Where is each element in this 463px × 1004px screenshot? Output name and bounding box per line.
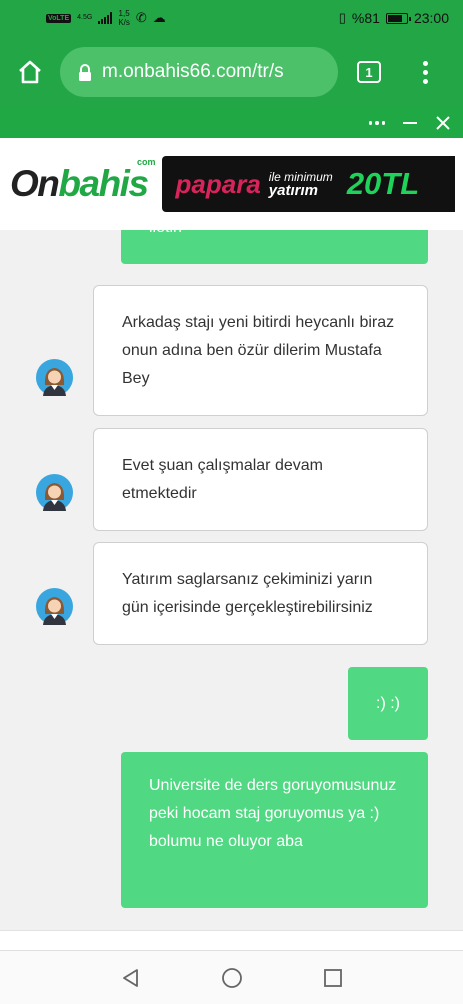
system-nav-bar bbox=[0, 950, 463, 1004]
chat-log[interactable]: iletin Arkadaş stajı yeni bitirdi heycan… bbox=[0, 230, 463, 930]
tab-count: 1 bbox=[357, 61, 381, 83]
clock: 23:00 bbox=[413, 10, 449, 26]
url-text: m.onbahis66.com/tr/s bbox=[102, 61, 284, 82]
papara-promo: papara ile minimum yatırım 20TL bbox=[161, 156, 455, 212]
promo-text: ile minimum yatırım bbox=[268, 170, 333, 199]
vibrate-icon: ▯ bbox=[338, 10, 346, 25]
whatsapp-icon: ✆ bbox=[135, 10, 147, 25]
agent-message: Arkadaş stajı yeni bitirdi heycanlı bira… bbox=[93, 285, 428, 416]
onbahis-logo: Onbahis com bbox=[10, 157, 156, 204]
close-icon[interactable] bbox=[435, 115, 451, 131]
tab-switcher-button[interactable]: 1 bbox=[338, 61, 400, 83]
agent-avatar bbox=[36, 474, 73, 511]
battery-icon bbox=[385, 12, 411, 24]
battery-percent: %81 bbox=[351, 10, 380, 26]
menu-button[interactable] bbox=[400, 60, 450, 84]
papara-logo: papara bbox=[175, 168, 261, 199]
home-icon bbox=[19, 60, 41, 84]
user-message: Universite de ders goruyomusunuz peki ho… bbox=[121, 752, 428, 908]
browser-toolbar: m.onbahis66.com/tr/s 1 bbox=[0, 36, 463, 108]
network-speed: 1,5 K/s bbox=[118, 9, 130, 27]
home-button[interactable] bbox=[0, 59, 60, 85]
user-message-partial: iletin bbox=[121, 230, 428, 264]
promo-amount: 20TL bbox=[346, 166, 420, 201]
volte-badge: VoLTE bbox=[46, 13, 72, 23]
agent-avatar bbox=[36, 359, 73, 396]
chat-widget-header bbox=[0, 108, 463, 138]
agent-message: Yatırım saglarsanız çekiminizi yarın gün… bbox=[93, 542, 428, 645]
agent-avatar bbox=[36, 588, 73, 625]
lock-icon bbox=[78, 63, 92, 81]
minimize-icon[interactable] bbox=[403, 122, 417, 124]
home-nav-icon[interactable] bbox=[221, 967, 243, 989]
cloud-icon: ☁ bbox=[152, 10, 166, 25]
more-options-icon[interactable] bbox=[368, 121, 385, 125]
recents-icon[interactable] bbox=[322, 967, 344, 989]
promo-banner[interactable]: Onbahis com papara ile minimum yatırım 20… bbox=[0, 138, 463, 230]
back-icon[interactable] bbox=[120, 967, 142, 989]
agent-message: Evet şuan çalışmalar devam etmektedir bbox=[93, 428, 428, 531]
signal-icon bbox=[98, 12, 113, 24]
user-message: :) :) bbox=[348, 667, 428, 740]
status-bar: VoLTE 4.5G 1,5 K/s ✆ ☁ ▯ %81 23:00 bbox=[0, 0, 463, 36]
chat-input-area[interactable] bbox=[0, 930, 463, 950]
network-type: 4.5G bbox=[77, 14, 93, 21]
address-bar[interactable]: m.onbahis66.com/tr/s bbox=[60, 47, 338, 97]
